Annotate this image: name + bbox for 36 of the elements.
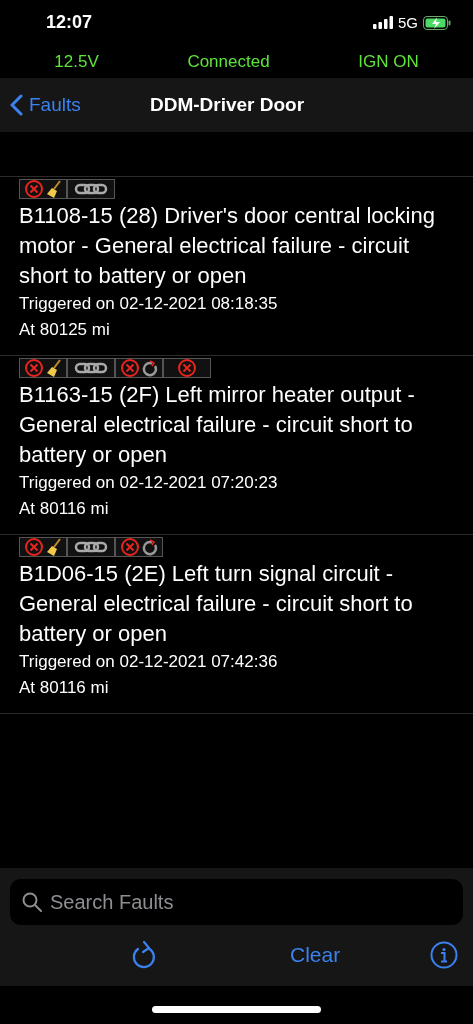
fault-title: B1108-15 (28) Driver's door central locking motor - General electrical failure - circuit short to battery or open xyxy=(19,202,436,290)
battery-charging-icon xyxy=(423,15,451,30)
clear-button[interactable]: Clear xyxy=(290,943,341,967)
chain-icon xyxy=(74,541,108,553)
fault-timestamp: Triggered on 02-12-2021 07:42:36 xyxy=(19,651,279,673)
circular-arrow-icon xyxy=(142,538,158,556)
info-icon[interactable] xyxy=(430,941,458,969)
error-icon xyxy=(24,358,44,378)
error-icon xyxy=(177,358,197,378)
back-button[interactable]: Faults xyxy=(0,93,87,117)
error-icon xyxy=(24,179,44,199)
network-label: 5G xyxy=(398,14,418,31)
fault-mileage: At 80116 mi xyxy=(19,498,110,520)
fault-timestamp: Triggered on 02-12-2021 08:18:35 xyxy=(19,293,279,315)
error-icon xyxy=(24,537,44,557)
fault-timestamp: Triggered on 02-12-2021 07:20:23 xyxy=(19,472,279,494)
broom-icon xyxy=(46,359,62,377)
clock: 12:07 xyxy=(46,12,93,33)
broom-icon xyxy=(46,180,62,198)
connection-status: Connected xyxy=(187,51,270,72)
circular-arrow-icon xyxy=(142,359,158,377)
fault-mileage: At 80116 mi xyxy=(19,677,110,699)
search-field[interactable]: Search Faults xyxy=(10,879,463,925)
error-icon xyxy=(120,537,140,557)
voltage-reading: 12.5V xyxy=(54,51,99,72)
fault-mileage: At 80125 mi xyxy=(19,319,111,341)
error-icon xyxy=(120,358,140,378)
chain-icon xyxy=(74,183,108,195)
chevron-left-icon xyxy=(10,94,23,116)
chain-icon xyxy=(74,362,108,374)
fault-title: B1163-15 (2F) Left mirror heater output - General electrical failure - circuit short to battery or open xyxy=(19,381,416,469)
fault-title: B1D06-15 (2E) Left turn signal circuit - General electrical failure - circuit short to battery or open xyxy=(19,560,414,648)
ignition-status: IGN ON xyxy=(358,51,419,72)
signal-icon xyxy=(373,16,393,29)
nav-title: DDM-Driver Door xyxy=(150,94,305,116)
broom-icon xyxy=(46,538,62,556)
